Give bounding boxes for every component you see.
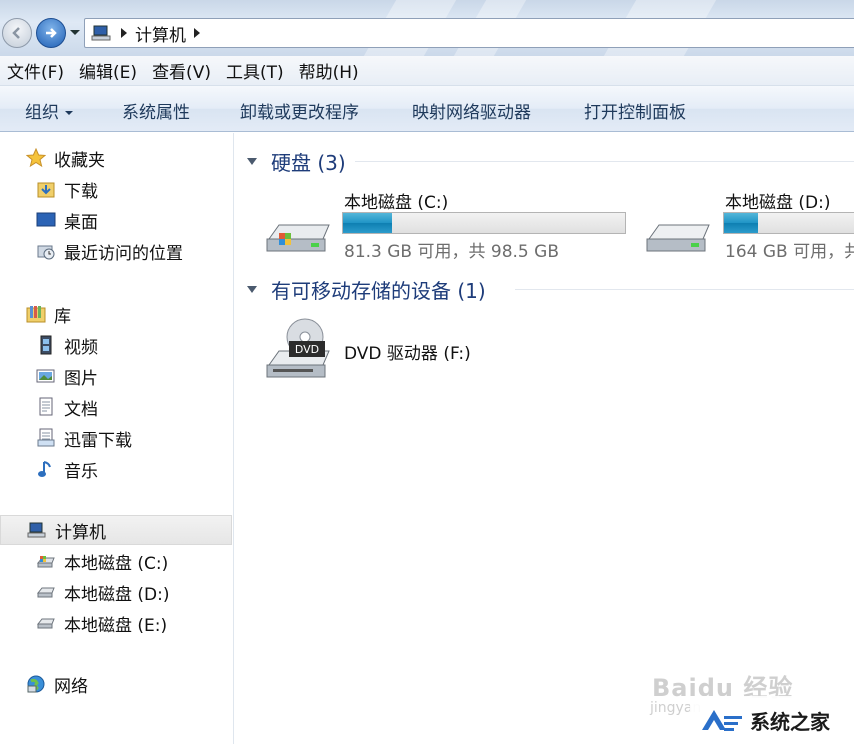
drive-d-name: 本地磁盘 (D:) <box>725 193 831 213</box>
collapse-triangle-icon <box>247 157 257 165</box>
menu-edit[interactable]: 编辑(E) <box>72 58 145 83</box>
nav-libraries[interactable]: 库 <box>26 301 71 327</box>
window-title-bar: 计算机 <box>0 0 854 56</box>
nav-drive-d[interactable]: 本地磁盘 (D:) <box>36 579 170 605</box>
recent-places-icon <box>37 245 55 260</box>
open-control-panel-button[interactable]: 打开控制面板 <box>584 98 686 123</box>
drive-c-usage-fill <box>343 213 393 233</box>
menu-view[interactable]: 查看(V) <box>145 58 219 83</box>
group-divider <box>515 289 854 290</box>
drive-d-usage-bar <box>723 212 854 234</box>
group-header-hard-disks[interactable]: 硬盘 (3) <box>247 148 854 175</box>
nav-documents-label: 文档 <box>64 399 98 420</box>
desktop-icon <box>36 212 56 227</box>
address-bar[interactable]: 计算机 <box>84 18 854 48</box>
nav-music[interactable]: 音乐 <box>36 456 98 482</box>
dvd-drive-name: DVD 驱动器 (F:) <box>344 344 471 364</box>
command-bar: 组织 系统属性 卸载或更改程序 映射网络驱动器 打开控制面板 <box>0 86 854 132</box>
forward-button[interactable] <box>36 18 66 48</box>
downloads-folder-icon <box>37 182 55 198</box>
nav-recent-places[interactable]: 最近访问的位置 <box>36 238 183 264</box>
menu-help[interactable]: 帮助(H) <box>292 58 367 83</box>
libraries-icon <box>26 306 46 323</box>
content-pane: 硬盘 (3) 本地磁盘 (C:) 81.3 GB 可用，共 98.5 GB 本地… <box>235 133 854 744</box>
nav-network[interactable]: 网络 <box>26 671 88 697</box>
group-removable-title: 有可移动存储的设备 (1) <box>271 278 486 303</box>
nav-videos-label: 视频 <box>64 337 98 358</box>
uninstall-program-button[interactable]: 卸载或更改程序 <box>240 98 359 123</box>
drive-c-usage-bar <box>342 212 626 234</box>
drive-c-name: 本地磁盘 (C:) <box>344 193 449 213</box>
nav-drive-c-label: 本地磁盘 (C:) <box>64 553 169 574</box>
site-logo-text: 系统之家 <box>750 709 830 734</box>
menu-tools[interactable]: 工具(T) <box>219 58 292 83</box>
system-drive-icon <box>266 224 330 252</box>
nav-drive-d-label: 本地磁盘 (D:) <box>64 584 170 605</box>
map-network-drive-button[interactable]: 映射网络驱动器 <box>412 98 531 123</box>
hard-drive-icon <box>36 587 55 598</box>
network-globe-icon <box>27 675 45 693</box>
nav-network-label: 网络 <box>54 676 88 697</box>
menu-bar: 文件(F) 编辑(E) 查看(V) 工具(T) 帮助(H) <box>0 56 854 86</box>
chevron-down-icon <box>65 111 73 115</box>
site-logo-icon <box>702 710 742 731</box>
nav-desktop[interactable]: 桌面 <box>36 207 98 233</box>
nav-favorites-label: 收藏夹 <box>54 150 105 171</box>
nav-drive-e-label: 本地磁盘 (E:) <box>64 615 168 636</box>
drive-d-info: 164 GB 可用，共 <box>725 242 854 262</box>
nav-pictures-label: 图片 <box>64 368 98 389</box>
documents-icon <box>39 397 53 416</box>
star-icon <box>26 148 46 168</box>
nav-xunlei-downloads-label: 迅雷下载 <box>64 430 132 451</box>
nav-music-label: 音乐 <box>64 461 98 482</box>
group-hard-disks-title: 硬盘 (3) <box>271 150 346 175</box>
nav-drive-e[interactable]: 本地磁盘 (E:) <box>36 610 167 636</box>
system-drive-icon <box>36 556 55 568</box>
menu-file[interactable]: 文件(F) <box>0 58 72 83</box>
dvd-drive-icon: DVD <box>266 318 330 378</box>
hard-drive-icon <box>36 618 55 629</box>
system-properties-button[interactable]: 系统属性 <box>122 98 190 123</box>
nav-favorites[interactable]: 收藏夹 <box>26 145 105 171</box>
breadcrumb-separator-icon[interactable] <box>194 28 200 38</box>
forward-arrow-icon <box>46 28 57 38</box>
nav-computer-label: 计算机 <box>55 522 106 543</box>
video-icon <box>40 335 52 355</box>
group-header-removable[interactable]: 有可移动存储的设备 (1) <box>247 276 854 303</box>
computer-icon <box>27 522 46 538</box>
pictures-icon <box>36 369 55 383</box>
collapse-triangle-icon <box>247 285 257 293</box>
document-folder-icon <box>37 428 55 447</box>
breadcrumb-separator-icon[interactable] <box>121 28 127 38</box>
back-arrow-icon <box>12 27 20 39</box>
nav-pictures[interactable]: 图片 <box>36 363 98 389</box>
site-logo: 系统之家 <box>690 696 854 744</box>
nav-documents[interactable]: 文档 <box>36 394 98 420</box>
group-divider <box>355 161 854 162</box>
organize-label: 组织 <box>25 103 59 123</box>
nav-libraries-label: 库 <box>54 306 71 327</box>
drive-c-info: 81.3 GB 可用，共 98.5 GB <box>344 242 559 262</box>
dvd-badge-text: DVD <box>295 343 319 356</box>
music-icon <box>38 461 51 477</box>
breadcrumb-computer[interactable]: 计算机 <box>135 21 186 46</box>
recent-pages-dropdown[interactable] <box>70 30 80 35</box>
computer-icon <box>91 25 111 41</box>
nav-desktop-label: 桌面 <box>64 212 98 233</box>
nav-xunlei-downloads[interactable]: 迅雷下载 <box>36 425 132 451</box>
nav-videos[interactable]: 视频 <box>36 332 98 358</box>
navigation-pane: 收藏夹 下载 桌面 最近访问的位置 库 视频 图片 文档 迅雷下载 音乐 计算机 <box>0 133 234 744</box>
nav-downloads[interactable]: 下载 <box>36 176 98 202</box>
back-button[interactable] <box>2 18 32 48</box>
nav-downloads-label: 下载 <box>64 181 98 202</box>
nav-drive-c[interactable]: 本地磁盘 (C:) <box>36 548 168 574</box>
nav-computer[interactable]: 计算机 <box>0 515 232 545</box>
nav-recent-places-label: 最近访问的位置 <box>64 243 183 264</box>
drive-d-usage-fill <box>724 213 758 233</box>
hard-drive-icon <box>646 224 710 252</box>
organize-button[interactable]: 组织 <box>25 98 73 123</box>
